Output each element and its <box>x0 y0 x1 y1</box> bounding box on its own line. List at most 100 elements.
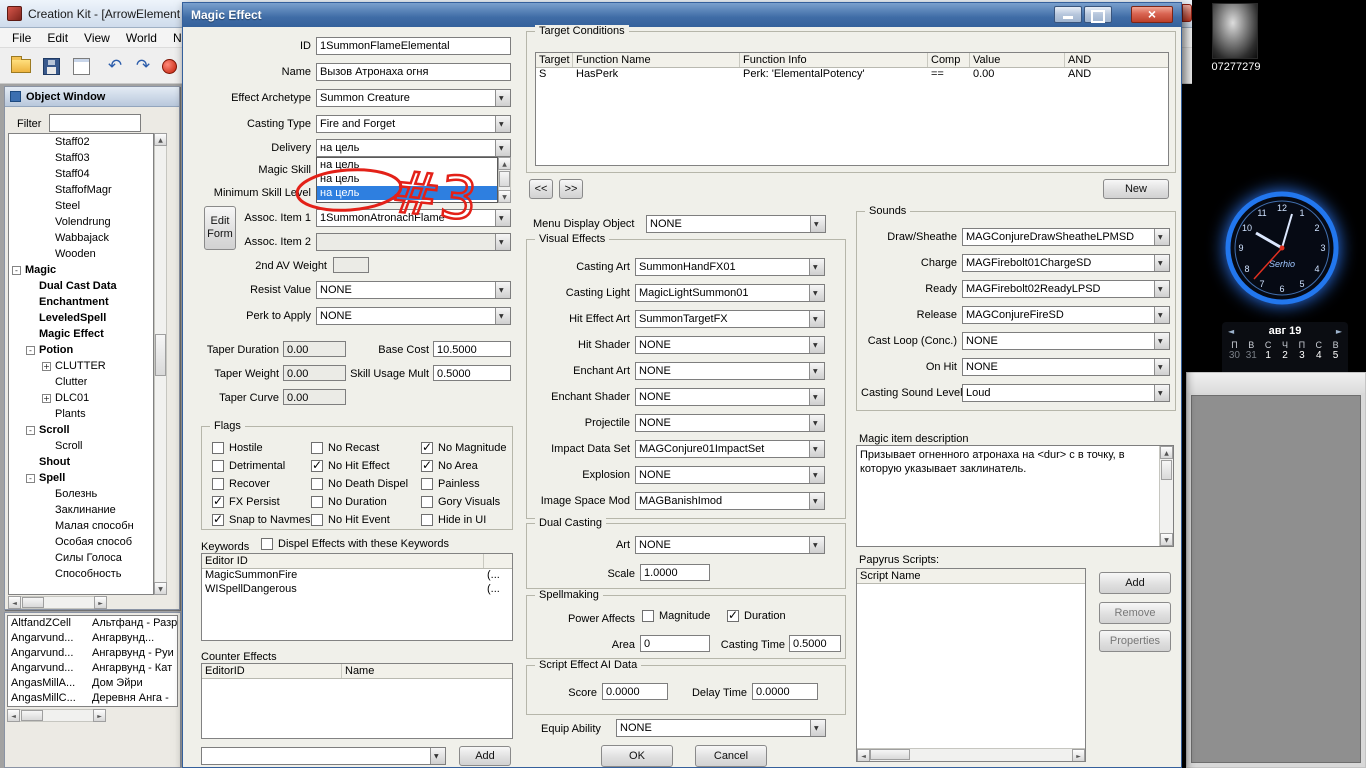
ck-close-button[interactable] <box>1182 4 1192 22</box>
maximize-button[interactable] <box>1084 6 1112 23</box>
taper-duration-input[interactable]: 0.00 <box>283 341 346 357</box>
column-header[interactable]: Function Info <box>740 53 928 67</box>
flag-recover[interactable]: Recover <box>212 478 311 490</box>
object-window-title-bar[interactable]: Object Window <box>5 87 179 107</box>
cell-list-horizontal-scrollbar[interactable] <box>7 709 106 722</box>
papyrus-properties-button[interactable]: Properties <box>1099 630 1171 652</box>
scroll-down-icon[interactable] <box>154 582 167 595</box>
id-input[interactable]: 1SummonFlameElemental <box>316 37 511 55</box>
checkbox[interactable] <box>212 496 224 508</box>
tree-vertical-scrollbar[interactable] <box>154 133 167 595</box>
edit-form-button[interactable]: Edit Form <box>204 206 236 250</box>
dropdown-arrow-icon[interactable] <box>1154 281 1169 297</box>
tree-item[interactable]: Clutter <box>9 374 153 390</box>
scroll-right-icon[interactable] <box>93 709 106 722</box>
name-input[interactable]: Вызов Атронаха огня <box>316 63 511 81</box>
tree-item[interactable]: -Spell <box>9 470 153 486</box>
scroll-left-icon[interactable] <box>857 749 870 762</box>
scroll-thumb[interactable] <box>1161 460 1172 480</box>
description-scrollbar[interactable] <box>1159 446 1173 546</box>
tree-item[interactable]: Силы Голоса <box>9 550 153 566</box>
scroll-thumb[interactable] <box>499 171 510 187</box>
magnitude-checkbox[interactable]: Magnitude <box>642 610 710 622</box>
condition-prev-button[interactable]: << <box>529 179 553 199</box>
column-header[interactable]: Function Name <box>573 53 740 67</box>
tree-item[interactable]: Малая способн <box>9 518 153 534</box>
dropdown-arrow-icon[interactable] <box>495 90 510 106</box>
clock-gadget[interactable]: 12 1 2 3 4 5 6 7 8 9 10 11 Serhio <box>1222 188 1342 311</box>
dropdown-arrow-icon[interactable] <box>809 259 824 275</box>
tree-item[interactable]: Особая способ <box>9 534 153 550</box>
menu-view[interactable]: View <box>76 31 118 45</box>
column-header[interactable]: Target <box>536 53 573 67</box>
cell-row[interactable]: AltfandZCellАльтфанд - Разр <box>8 616 177 631</box>
tree-item[interactable]: Wabbajack <box>9 230 153 246</box>
tree-item[interactable]: Staff04 <box>9 166 153 182</box>
tree-item[interactable]: Scroll <box>9 438 153 454</box>
papyrus-add-button[interactable]: Add <box>1099 572 1171 594</box>
tree-item[interactable]: Enchantment <box>9 294 153 310</box>
delivery-option[interactable]: на цель <box>317 158 497 172</box>
dropdown-arrow-icon[interactable] <box>809 537 824 553</box>
papyrus-horizontal-scrollbar[interactable] <box>857 748 1085 761</box>
checkbox[interactable] <box>311 442 323 454</box>
delivery-select[interactable]: на цель <box>316 139 511 157</box>
ok-button[interactable]: OK <box>601 745 673 767</box>
background-window-title-bar[interactable] <box>1187 373 1365 393</box>
impact-data-set-select[interactable]: MAGConjure01ImpactSet <box>635 440 825 458</box>
scroll-up-icon[interactable] <box>498 157 511 170</box>
dropdown-arrow-icon[interactable] <box>495 116 510 132</box>
expander-icon[interactable]: - <box>12 266 21 275</box>
equip-ability-select[interactable]: NONE <box>616 719 826 737</box>
taper-curve-input[interactable]: 0.00 <box>283 389 346 405</box>
expander-icon[interactable]: + <box>42 362 51 371</box>
checkbox[interactable] <box>421 460 433 472</box>
flag-no-hit-event[interactable]: No Hit Event <box>311 514 421 526</box>
flag-no-magnitude[interactable]: No Magnitude <box>421 442 517 454</box>
add-counter-effect-button[interactable]: Add <box>459 746 511 766</box>
column-header[interactable] <box>484 554 512 568</box>
dual-scale-input[interactable]: 1.0000 <box>640 564 710 581</box>
dropdown-arrow-icon[interactable] <box>809 363 824 379</box>
calendar-next-icon[interactable] <box>1336 327 1342 336</box>
tree-item[interactable]: Volendrung <box>9 214 153 230</box>
condition-next-button[interactable]: >> <box>559 179 583 199</box>
score-input[interactable]: 0.0000 <box>602 683 668 700</box>
delay-time-input[interactable]: 0.0000 <box>752 683 818 700</box>
casting-sound-level-select[interactable]: Loud <box>962 384 1170 402</box>
dropdown-arrow-icon[interactable] <box>809 467 824 483</box>
column-header[interactable]: Editor ID <box>202 554 484 568</box>
tree-item[interactable]: Способность <box>9 566 153 582</box>
column-header[interactable]: Comp <box>928 53 970 67</box>
tree-item[interactable]: Dual Cast Data <box>9 278 153 294</box>
casting-type-select[interactable]: Fire and Forget <box>316 115 511 133</box>
scroll-up-icon[interactable] <box>1160 446 1173 459</box>
column-header[interactable]: Value <box>970 53 1065 67</box>
base-cost-input[interactable]: 10.5000 <box>433 341 511 357</box>
checkbox[interactable] <box>421 442 433 454</box>
menu-world[interactable]: World <box>118 31 165 45</box>
effect-archetype-select[interactable]: Summon Creature <box>316 89 511 107</box>
dropdown-arrow-icon[interactable] <box>1154 307 1169 323</box>
cell-row[interactable]: AngasMillC...Деревня Анга - <box>8 691 177 706</box>
duration-checkbox[interactable]: Duration <box>727 610 786 622</box>
flag-no-duration[interactable]: No Duration <box>311 496 421 508</box>
scroll-thumb[interactable] <box>22 597 44 608</box>
keyword-row[interactable]: WISpellDangerous(... <box>202 583 512 597</box>
flag-hostile[interactable]: Hostile <box>212 442 311 454</box>
new-condition-button[interactable]: New <box>1103 179 1169 199</box>
checkbox[interactable] <box>421 514 433 526</box>
cell-row[interactable]: Angarvund...Ангарвунд - Руи <box>8 646 177 661</box>
tree-item[interactable]: +CLUTTER <box>9 358 153 374</box>
column-header[interactable]: EditorID <box>202 664 342 678</box>
scroll-left-icon[interactable] <box>7 709 20 722</box>
tree-item[interactable]: Staff02 <box>9 134 153 150</box>
scroll-down-icon[interactable] <box>1160 533 1173 546</box>
cancel-button[interactable]: Cancel <box>695 745 767 767</box>
dropdown-arrow-icon[interactable] <box>1154 255 1169 271</box>
tree-item[interactable]: +DLC01 <box>9 390 153 406</box>
scroll-up-icon[interactable] <box>154 133 167 146</box>
condition-row[interactable]: S HasPerk Perk: 'ElementalPotency' == 0.… <box>536 68 1168 82</box>
background-window[interactable] <box>1186 372 1366 768</box>
flag-detrimental[interactable]: Detrimental <box>212 460 311 472</box>
